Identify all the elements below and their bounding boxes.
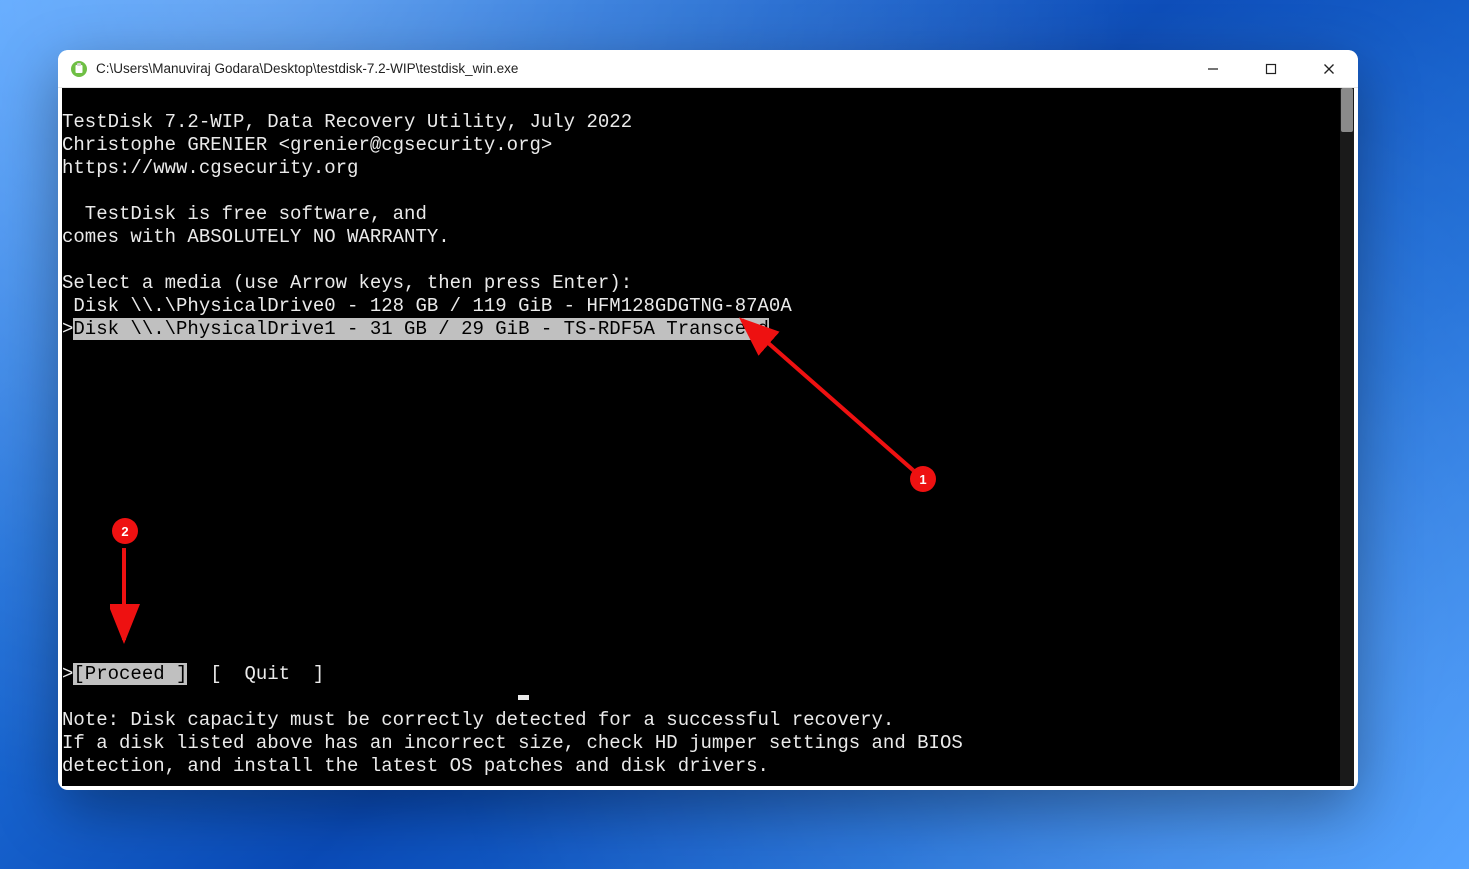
maximize-button[interactable] — [1242, 50, 1300, 87]
disk-option-1-selected: Disk \\.\PhysicalDrive1 - 31 GB / 29 GiB… — [73, 318, 769, 340]
window-controls — [1184, 50, 1358, 87]
action-row: >[Proceed ] [ Quit ] — [62, 663, 1340, 686]
app-icon — [70, 60, 88, 78]
cursor-caret: > — [62, 318, 73, 340]
cursor-line — [62, 686, 1340, 709]
note-line: Note: Disk capacity must be correctly de… — [62, 709, 1340, 732]
minimize-button[interactable] — [1184, 50, 1242, 87]
license-line: comes with ABSOLUTELY NO WARRANTY. — [62, 226, 1340, 249]
close-button[interactable] — [1300, 50, 1358, 87]
scrollbar-thumb[interactable] — [1341, 88, 1353, 132]
terminal-window: C:\Users\Manuviraj Godara\Desktop\testdi… — [58, 50, 1358, 790]
blank-line — [62, 180, 1340, 203]
header-line: Christophe GRENIER <grenier@cgsecurity.o… — [62, 134, 1340, 157]
window-title: C:\Users\Manuviraj Godara\Desktop\testdi… — [96, 61, 518, 76]
annotation-dot-2: 2 — [112, 518, 138, 544]
header-line: TestDisk 7.2-WIP, Data Recovery Utility,… — [62, 111, 1340, 134]
proceed-action[interactable]: [Proceed ] — [73, 663, 187, 685]
quit-action[interactable]: Quit — [244, 663, 290, 685]
annotation-arrow-2 — [110, 540, 150, 650]
action-gap: ] — [290, 663, 324, 685]
select-prompt: Select a media (use Arrow keys, then pre… — [62, 272, 1340, 295]
annotation-arrow-1 — [722, 308, 942, 488]
annotation-dot-1: 1 — [910, 466, 936, 492]
disk-option-1[interactable]: >Disk \\.\PhysicalDrive1 - 31 GB / 29 Gi… — [62, 318, 1340, 341]
window-titlebar[interactable]: C:\Users\Manuviraj Godara\Desktop\testdi… — [58, 50, 1358, 88]
terminal-area[interactable]: TestDisk 7.2-WIP, Data Recovery Utility,… — [62, 88, 1354, 786]
header-line: https://www.cgsecurity.org — [62, 157, 1340, 180]
note-line: If a disk listed above has an incorrect … — [62, 732, 1340, 755]
note-line: detection, and install the latest OS pat… — [62, 755, 1340, 778]
terminal-content[interactable]: TestDisk 7.2-WIP, Data Recovery Utility,… — [62, 88, 1340, 786]
action-gap: [ — [187, 663, 244, 685]
license-line: TestDisk is free software, and — [62, 203, 1340, 226]
cursor-caret: > — [62, 663, 73, 685]
blank-line — [62, 249, 1340, 272]
terminal-scrollbar[interactable] — [1340, 88, 1354, 786]
disk-option-0[interactable]: Disk \\.\PhysicalDrive0 - 128 GB / 119 G… — [62, 295, 1340, 318]
text-cursor — [518, 695, 529, 700]
